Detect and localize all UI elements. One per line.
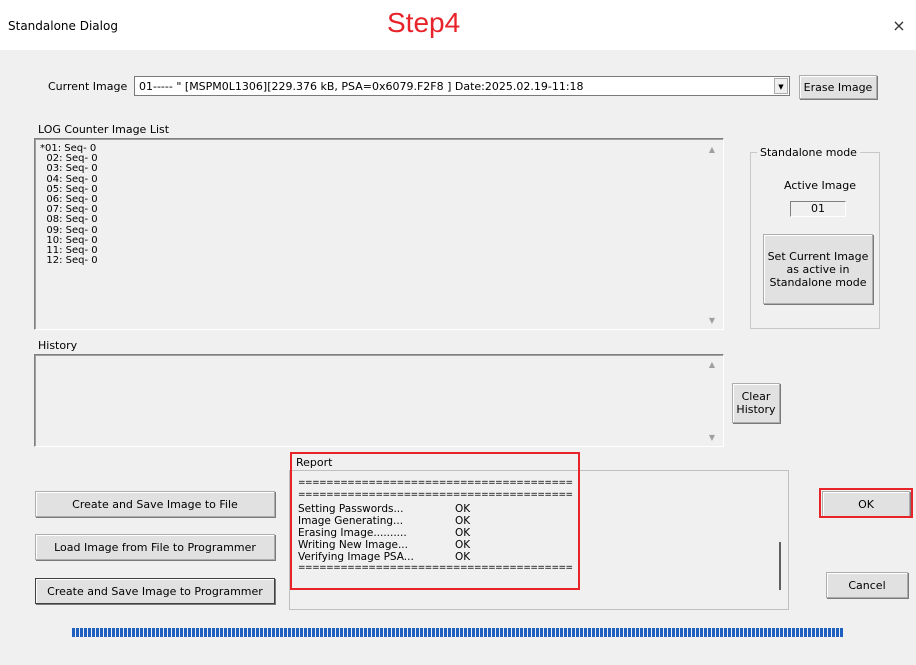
clear-history-line1: Clear	[741, 390, 771, 403]
close-icon[interactable]: ×	[888, 16, 910, 36]
erase-image-button[interactable]: Erase Image	[799, 75, 877, 99]
scroll-up-icon[interactable]: ▲	[705, 360, 719, 369]
set-active-line1: Set Current Image	[767, 249, 869, 263]
load-from-file-button[interactable]: Load Image from File to Programmer	[35, 534, 275, 560]
list-item[interactable]: 12: Seq- 0	[40, 256, 97, 266]
active-image-label: Active Image	[784, 179, 856, 192]
history-label: History	[38, 339, 78, 352]
standalone-mode-title: Standalone mode	[757, 146, 860, 159]
log-counter-items: *01: Seq- 0 02: Seq- 0 03: Seq- 0 04: Se…	[40, 143, 98, 266]
scroll-down-icon[interactable]: ▼	[705, 316, 719, 325]
set-active-line2: as active in	[786, 262, 850, 276]
current-image-label: Current Image	[48, 80, 128, 93]
active-image-value: 01	[790, 201, 846, 217]
clear-history-line2: History	[736, 403, 776, 416]
scroll-up-icon[interactable]: ▲	[705, 145, 719, 154]
create-save-file-button[interactable]: Create and Save Image to File	[35, 491, 275, 517]
ok-highlight	[819, 488, 913, 518]
report-highlight	[290, 452, 580, 590]
log-counter-listbox[interactable]	[34, 138, 724, 330]
current-image-combobox[interactable]: 01----- " [MSPM0L1306][229.376 kB, PSA=0…	[134, 76, 790, 96]
history-textbox[interactable]	[34, 354, 724, 447]
log-counter-label: LOG Counter Image List	[38, 123, 170, 136]
title-bar: Standalone Dialog Step4 ×	[0, 0, 916, 50]
set-active-line3: Standalone mode	[769, 275, 867, 289]
chevron-down-icon[interactable]: ▼	[774, 78, 788, 94]
set-active-image-button[interactable]: Set Current Image as active in Standalon…	[763, 234, 873, 304]
scroll-down-icon[interactable]: ▼	[705, 433, 719, 442]
progress-bar	[72, 628, 844, 637]
clear-history-button[interactable]: Clear History	[732, 383, 780, 423]
cancel-button[interactable]: Cancel	[826, 572, 908, 598]
standalone-dialog: Standalone Dialog Step4 × Current Image …	[0, 0, 916, 665]
step-annotation: Step4	[387, 7, 461, 38]
create-save-programmer-button[interactable]: Create and Save Image to Programmer	[35, 578, 275, 604]
current-image-value: 01----- " [MSPM0L1306][229.376 kB, PSA=0…	[139, 80, 584, 93]
window-title: Standalone Dialog	[8, 19, 118, 33]
report-scroll-thumb[interactable]	[779, 542, 781, 590]
